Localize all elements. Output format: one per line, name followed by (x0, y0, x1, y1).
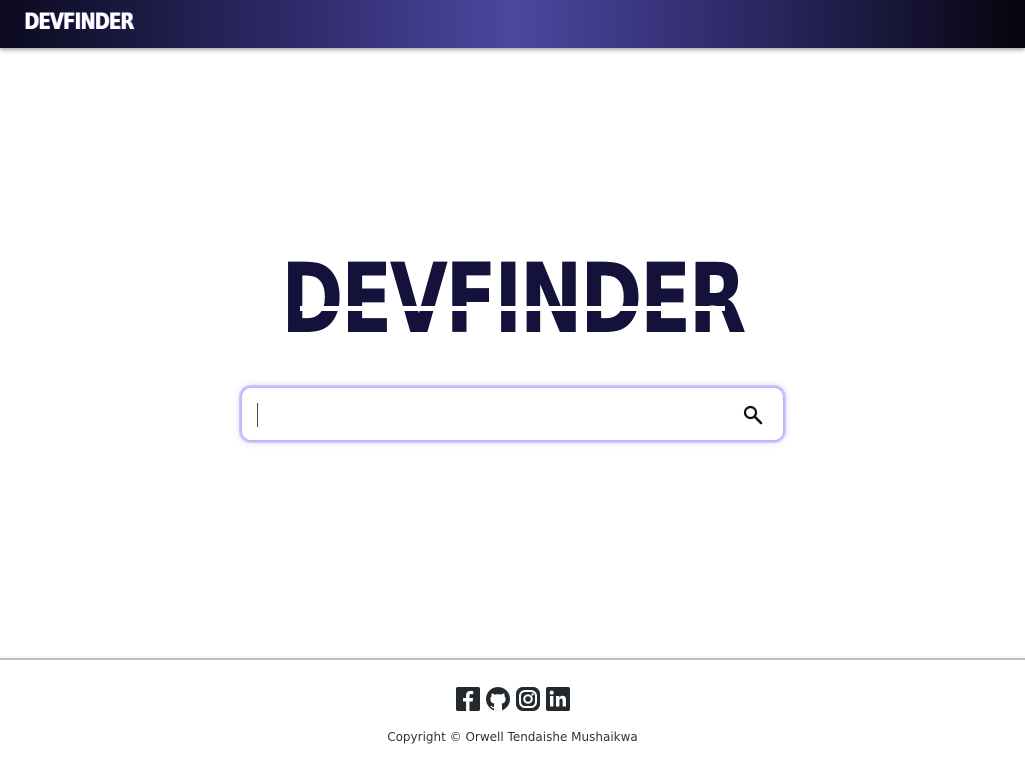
logo-stencil-gap (300, 306, 725, 311)
instagram-icon (515, 687, 540, 711)
search-button[interactable] (741, 403, 765, 427)
hero-logo: DEVFINDER (0, 243, 1025, 355)
search-box (241, 387, 784, 441)
facebook-icon (455, 687, 480, 711)
linkedin-icon (545, 687, 570, 711)
search-icon (743, 405, 763, 425)
devfinder-app: DEVFINDER DEVFINDER Copyright © Orwell T… (0, 0, 1025, 768)
header-logo[interactable]: DEVFINDER (24, 11, 134, 35)
github-icon (485, 687, 510, 711)
hero-logo-text: DEVFINDER (281, 243, 746, 355)
instagram-link[interactable] (515, 686, 541, 712)
facebook-link[interactable] (455, 686, 481, 712)
social-links (0, 686, 1025, 712)
search-input[interactable] (256, 396, 726, 432)
text-caret (257, 403, 258, 427)
github-link[interactable] (485, 686, 511, 712)
footer: Copyright © Orwell Tendaishe Mushaikwa (0, 658, 1025, 768)
top-navbar: DEVFINDER (0, 0, 1025, 48)
main-content: DEVFINDER (0, 48, 1025, 658)
copyright-text: Copyright © Orwell Tendaishe Mushaikwa (387, 730, 638, 744)
linkedin-link[interactable] (545, 686, 571, 712)
